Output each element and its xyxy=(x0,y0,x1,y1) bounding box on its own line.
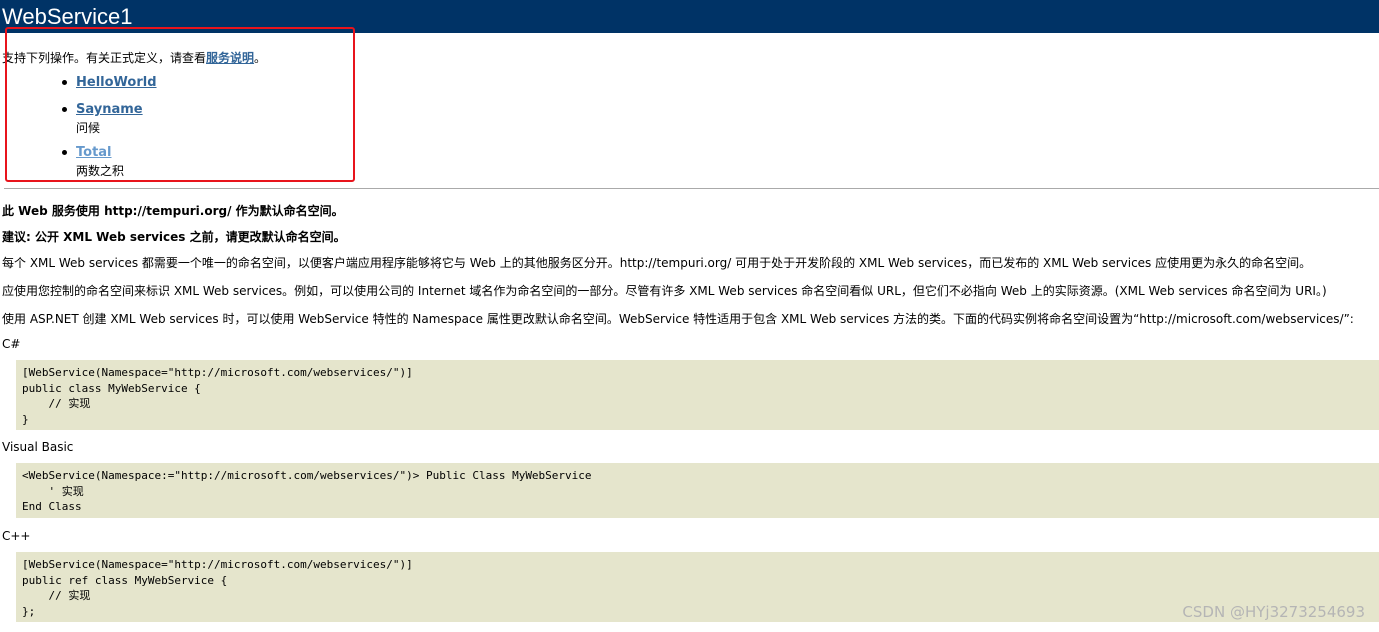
namespace-paragraph-2: 应使用您控制的命名空间来标识 XML Web services。例如，可以使用公… xyxy=(2,284,1327,298)
code-sample-vb: <WebService(Namespace:="http://microsoft… xyxy=(16,463,1379,518)
code-sample-cpp: [WebService(Namespace="http://microsoft.… xyxy=(16,552,1379,622)
watermark: CSDN @HYj3273254693 xyxy=(1182,603,1365,621)
code-language-label: Visual Basic xyxy=(2,440,74,454)
divider xyxy=(4,188,1379,189)
default-namespace-notice: 此 Web 服务使用 http://tempuri.org/ 作为默认命名空间。 xyxy=(2,204,344,218)
code-language-label: C# xyxy=(2,337,21,351)
namespace-paragraph-3: 使用 ASP.NET 创建 XML Web services 时，可以使用 We… xyxy=(2,312,1354,326)
namespace-paragraph-1: 每个 XML Web services 都需要一个唯一的命名空间，以便客户端应用… xyxy=(2,256,1312,270)
highlight-annotation-box xyxy=(5,27,355,182)
code-sample-csharp: [WebService(Namespace="http://microsoft.… xyxy=(16,360,1379,430)
code-language-label: C++ xyxy=(2,529,31,543)
namespace-recommendation: 建议: 公开 XML Web services 之前，请更改默认命名空间。 xyxy=(2,230,346,244)
